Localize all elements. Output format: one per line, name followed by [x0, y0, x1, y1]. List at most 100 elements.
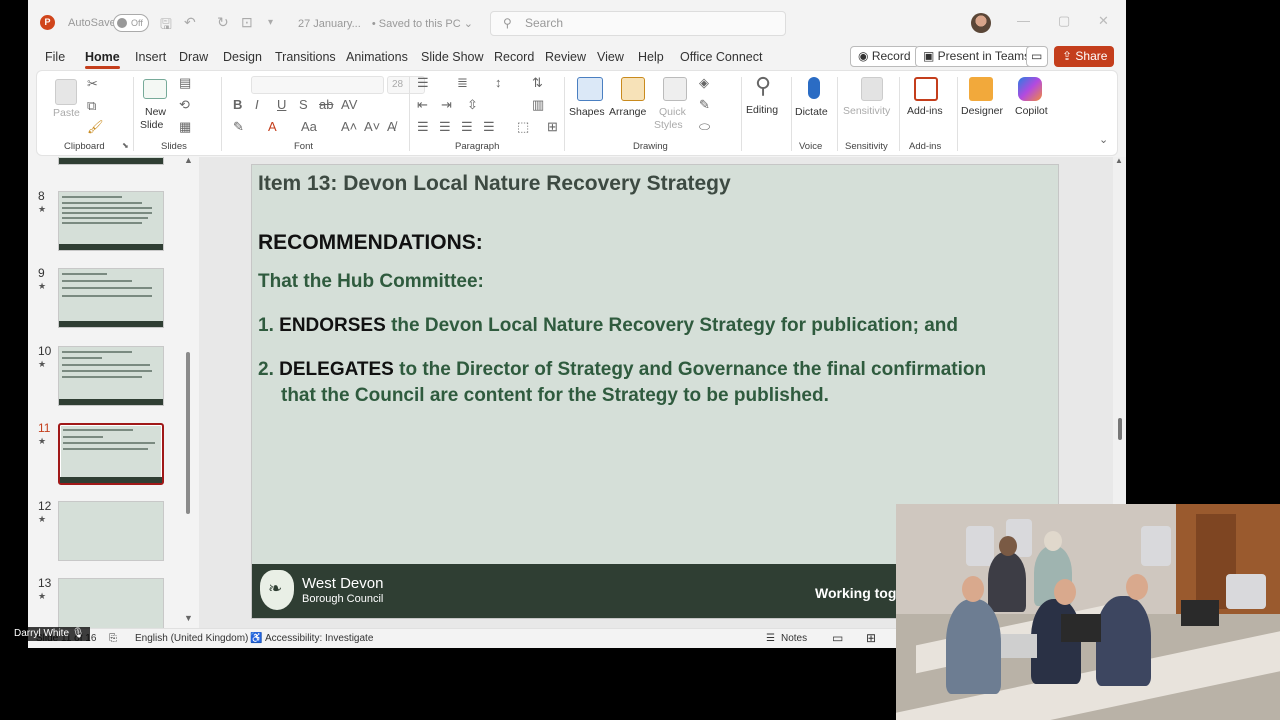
thumbnail-scrollbar[interactable] — [186, 352, 190, 514]
align-left-icon[interactable]: ☰ — [417, 119, 429, 135]
clear-formatting-icon[interactable]: A̸ — [387, 119, 396, 134]
designer-icon[interactable] — [969, 77, 993, 101]
line-spacing-icon[interactable]: ↕ — [495, 75, 502, 90]
slide-thumbnail-12[interactable] — [58, 501, 164, 561]
avatar[interactable] — [971, 13, 991, 33]
underline-icon[interactable]: U — [277, 97, 286, 112]
tab-animations[interactable]: Animations — [346, 50, 408, 64]
dictate-label[interactable]: Dictate — [795, 106, 828, 118]
align-right-icon[interactable]: ☰ — [461, 119, 473, 135]
search-input[interactable]: ⚲ Search — [490, 11, 786, 36]
columns-icon[interactable]: ▥ — [532, 97, 544, 113]
new-slide-icon[interactable] — [143, 79, 167, 99]
shapes-icon[interactable] — [577, 77, 603, 101]
slide-thumbnail-9[interactable] — [58, 268, 164, 328]
slide-thumbnail-8[interactable] — [58, 191, 164, 251]
tab-draw[interactable]: Draw — [179, 50, 208, 64]
quick-styles-icon[interactable] — [663, 77, 687, 101]
grow-font-icon[interactable]: A˄ — [341, 119, 357, 134]
copy-icon[interactable]: ⧉ — [87, 98, 96, 114]
shape-fill-icon[interactable]: ◈ — [699, 75, 709, 91]
spellcheck-icon[interactable]: ⎘ — [109, 633, 117, 644]
share-button[interactable]: ⇪ Share ▾ — [1054, 46, 1114, 84]
save-icon[interactable]: 🖫 — [160, 14, 172, 38]
scroll-up-icon[interactable]: ▲ — [1115, 156, 1123, 165]
sort-icon[interactable]: ⇅ — [532, 75, 543, 91]
tab-review[interactable]: Review — [545, 50, 586, 64]
redo-icon[interactable]: ↻ — [217, 14, 229, 31]
tab-file[interactable]: File — [45, 50, 65, 64]
font-family-select[interactable] — [251, 76, 384, 94]
close-icon[interactable]: ✕ — [1098, 13, 1109, 29]
format-painter-icon[interactable]: 🖌 — [87, 119, 104, 135]
maximize-icon[interactable]: ▢ — [1058, 13, 1070, 29]
tab-slide-show[interactable]: Slide Show — [421, 50, 484, 64]
autosave-toggle[interactable]: Off — [113, 14, 149, 32]
addins-icon[interactable] — [914, 77, 938, 101]
tab-record[interactable]: Record — [494, 50, 534, 64]
shape-effects-icon[interactable]: ⬭ — [699, 119, 710, 135]
undo-icon[interactable]: ↶ — [184, 14, 196, 31]
shadow-icon[interactable]: S — [299, 97, 308, 112]
smartart-icon[interactable]: ⊞ — [547, 119, 558, 135]
tab-office-connect[interactable]: Office Connect — [680, 50, 762, 64]
align-center-icon[interactable]: ☰ — [439, 119, 451, 135]
tab-home[interactable]: Home — [85, 50, 120, 69]
reset-icon[interactable]: ⟲ — [179, 97, 190, 113]
char-spacing-icon[interactable]: AV — [341, 97, 357, 112]
normal-view-icon[interactable]: ▭ — [832, 631, 843, 645]
scroll-down-icon[interactable]: ▼ — [184, 613, 193, 623]
collapse-ribbon-icon[interactable]: ⌄ — [1099, 133, 1108, 146]
bullets-icon[interactable]: ☰ — [417, 75, 429, 91]
editor-scroll-thumb[interactable] — [1118, 418, 1122, 440]
arrange-icon[interactable] — [621, 77, 645, 101]
present-in-teams-button[interactable]: ▣ Present in Teams — [915, 46, 1039, 67]
comments-button[interactable]: ▭ — [1026, 46, 1048, 67]
notes-button[interactable]: Notes — [781, 633, 807, 644]
font-color-icon[interactable]: A — [268, 119, 277, 134]
hub-committee-text[interactable]: That the Hub Committee: — [258, 271, 484, 293]
recommendation-item-1[interactable]: 1. ENDORSES the Devon Local Nature Recov… — [258, 313, 958, 339]
tab-view[interactable]: View — [597, 50, 624, 64]
record-button[interactable]: ◉ Record — [850, 46, 919, 67]
text-direction-icon[interactable]: ⇳ — [467, 97, 478, 113]
slide-title[interactable]: Item 13: Devon Local Nature Recovery Str… — [258, 172, 731, 196]
recommendations-heading[interactable]: RECOMMENDATIONS: — [258, 231, 483, 255]
highlight-icon[interactable]: ✎ — [233, 119, 244, 135]
slide-sorter-icon[interactable]: ⊞ — [866, 631, 876, 645]
section-icon[interactable]: ▦ — [179, 119, 191, 135]
addins-label[interactable]: Add-ins — [907, 105, 943, 117]
tab-help[interactable]: Help — [638, 50, 664, 64]
slide-thumbnail-13[interactable] — [58, 578, 164, 628]
customize-qat-icon[interactable]: ▾ — [268, 17, 273, 28]
tab-transitions[interactable]: Transitions — [275, 50, 336, 64]
editing-label[interactable]: Editing — [746, 104, 778, 116]
layout-icon[interactable]: ▤ — [179, 75, 191, 91]
cut-icon[interactable]: ✂ — [87, 76, 98, 92]
tab-insert[interactable]: Insert — [135, 50, 166, 64]
minimize-icon[interactable]: — — [1017, 13, 1030, 28]
strikethrough-icon[interactable]: ab — [319, 97, 333, 112]
accessibility-status[interactable]: Accessibility: Investigate — [265, 633, 373, 644]
find-icon[interactable]: ⚲ — [755, 73, 771, 99]
slide-thumbnail[interactable] — [58, 157, 164, 165]
slide-thumbnail-11[interactable] — [58, 423, 164, 485]
sensitivity-icon[interactable] — [861, 77, 883, 101]
bold-icon[interactable]: B — [233, 97, 242, 112]
meeting-video-feed[interactable] — [896, 504, 1280, 720]
change-case-icon[interactable]: Aa — [301, 119, 317, 134]
designer-label[interactable]: Designer — [961, 105, 1003, 117]
paste-icon[interactable] — [55, 79, 77, 105]
align-text-icon[interactable]: ⬚ — [517, 119, 529, 135]
slide-thumbnail-10[interactable] — [58, 346, 164, 406]
microphone-icon[interactable] — [808, 77, 820, 99]
language-status[interactable]: English (United Kingdom) — [135, 633, 248, 644]
copilot-label[interactable]: Copilot — [1015, 105, 1048, 117]
document-title[interactable]: 27 January... • Saved to this PC ⌄ — [298, 17, 473, 30]
scroll-up-icon[interactable]: ▲ — [184, 157, 193, 165]
italic-icon[interactable]: I — [255, 97, 259, 112]
increase-indent-icon[interactable]: ⇥ — [441, 97, 452, 113]
numbering-icon[interactable]: ≣ — [457, 75, 468, 91]
justify-icon[interactable]: ☰ — [483, 119, 495, 135]
decrease-indent-icon[interactable]: ⇤ — [417, 97, 428, 113]
